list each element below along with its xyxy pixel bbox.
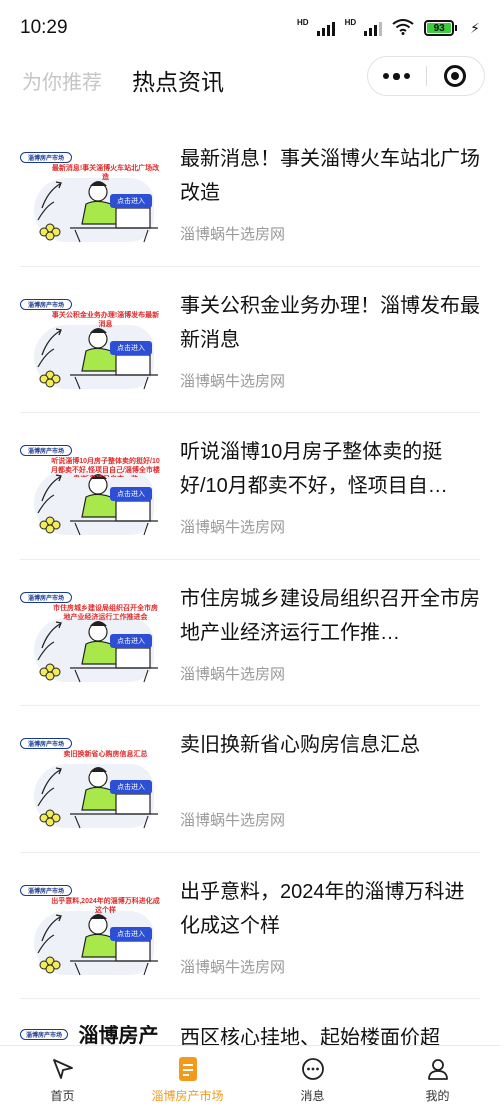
user-icon xyxy=(425,1056,451,1082)
news-item[interactable]: 淄博房产市场 最新消息!事关淄博火车站北广场改造 点击进入 最新消息！事关淄博火… xyxy=(20,120,480,267)
news-item[interactable]: 淄博房产市场 出乎意料,2024年的淄博万科进化成这个样 点击进入 出乎意料，2… xyxy=(20,853,480,999)
news-thumbnail[interactable]: 淄博房产市场 市住房城乡建设局组织召开全市房地产业经济运行工作推进会 点击进入 xyxy=(20,586,165,686)
tab-messages[interactable]: 消息 xyxy=(250,1046,375,1111)
thumbnail-enter-button: 点击进入 xyxy=(110,633,152,648)
target-close-icon[interactable] xyxy=(426,57,484,95)
news-title[interactable]: 最新消息！事关淄博火车站北广场改造 xyxy=(180,142,480,210)
charging-icon: ⚡ xyxy=(470,19,480,36)
thumbnail-headline: 最新消息!事关淄博火车站北广场改造 xyxy=(51,165,160,181)
news-title[interactable]: 市住房城乡建设局组织召开全市房地产业经济运行工作推… xyxy=(180,582,480,650)
status-bar: 10:29 HD HD 93 ⚡ xyxy=(0,0,500,56)
status-icons: HD HD 93 ⚡ xyxy=(297,17,480,38)
document-icon xyxy=(175,1056,201,1082)
hd-label: HD xyxy=(297,17,309,27)
mini-program-capsule xyxy=(367,56,485,96)
news-source: 淄博蜗牛选房网 xyxy=(180,958,286,976)
battery-level: 93 xyxy=(427,23,452,34)
thumbnail-tag: 淄博房产市场 xyxy=(20,298,72,310)
tab-me[interactable]: 我的 xyxy=(375,1046,500,1111)
nav-header: 为你推荐 热点资讯 xyxy=(0,56,500,104)
news-thumbnail[interactable]: 淄博房产市场 最新消息!事关淄博火车站北广场改造 点击进入 xyxy=(20,146,165,246)
news-source: 淄博蜗牛选房网 xyxy=(180,519,286,536)
thumbnail-enter-button: 点击进入 xyxy=(110,926,152,941)
tab-label: 消息 xyxy=(300,1089,325,1103)
thumbnail-enter-button: 点击进入 xyxy=(110,194,152,208)
news-source: 淄博蜗牛选房网 xyxy=(180,665,286,683)
tab-bar: 首页 淄博房产市场 消息 我的 xyxy=(0,1045,500,1111)
news-item[interactable]: 淄博房产市场 听说淄博10月房子整体卖的挺好/10月都卖不好,怪项目自己/淄博全… xyxy=(20,413,480,560)
thumbnail-enter-button: 点击进入 xyxy=(110,340,152,355)
news-source: 淄博蜗牛选房网 xyxy=(180,372,286,390)
news-source: 淄博蜗牛选房网 xyxy=(180,812,286,829)
hd-label: HD xyxy=(344,17,357,27)
status-time: 10:29 xyxy=(20,17,68,38)
news-item[interactable]: 淄博房产市场 市住房城乡建设局组织召开全市房地产业经济运行工作推进会 点击进入 … xyxy=(20,560,480,706)
news-source: 淄博蜗牛选房网 xyxy=(180,226,286,243)
wifi-icon xyxy=(392,18,414,38)
thumbnail-headline: 事关公积金业务办理!淄博发布最新消息 xyxy=(51,311,160,328)
tab-hot-news[interactable]: 热点资讯 xyxy=(132,63,224,97)
news-title[interactable]: 出乎意料，2024年的淄博万科进化成这个样 xyxy=(180,875,480,943)
tab-label: 首页 xyxy=(50,1089,75,1103)
tab-recommend[interactable]: 为你推荐 xyxy=(22,66,102,95)
chat-bubble-icon xyxy=(300,1056,326,1082)
tab-home[interactable]: 首页 xyxy=(0,1046,125,1111)
tab-zibo-market[interactable]: 淄博房产市场 xyxy=(125,1046,250,1111)
thumbnail-enter-button: 点击进入 xyxy=(110,780,152,794)
news-item[interactable]: 淄博房产市场 事关公积金业务办理!淄博发布最新消息 点击进入 事关公积金业务办理… xyxy=(20,267,480,413)
news-thumbnail[interactable]: 淄博房产市场 出乎意料,2024年的淄博万科进化成这个样 点击进入 xyxy=(20,879,165,979)
thumbnail-tag: 淄博房产市场 xyxy=(20,1029,68,1040)
thumbnail-tag: 淄博房产市场 xyxy=(20,738,72,749)
signal-icon xyxy=(316,20,335,36)
tab-label: 淄博房产市场 xyxy=(151,1089,224,1103)
tab-label: 我的 xyxy=(425,1089,450,1103)
send-icon xyxy=(50,1056,76,1082)
thumbnail-tag: 淄博房产市场 xyxy=(20,445,72,456)
more-dots-icon[interactable] xyxy=(368,57,426,95)
news-list: 淄博房产市场 最新消息!事关淄博火车站北广场改造 点击进入 最新消息！事关淄博火… xyxy=(0,120,500,1059)
news-item[interactable]: 淄博房产市场 卖旧换新省心购房信息汇总 点击进入 卖旧换新省心购房信息汇总 淄博… xyxy=(20,706,480,853)
thumbnail-headline: 卖旧换新省心购房信息汇总 xyxy=(63,751,148,758)
news-thumbnail[interactable]: 淄博房产市场 听说淄博10月房子整体卖的挺好/10月都卖不好,怪项目自己/淄博全… xyxy=(20,439,165,539)
battery-icon: 93 xyxy=(424,20,458,36)
thumbnail-tag: 淄博房产市场 xyxy=(20,591,72,603)
thumbnail-enter-button: 点击进入 xyxy=(110,487,152,501)
news-thumbnail[interactable]: 淄博房产市场 卖旧换新省心购房信息汇总 点击进入 xyxy=(20,732,165,832)
signal-icon xyxy=(364,20,383,36)
thumbnail-headline: 出乎意料,2024年的淄博万科进化成这个样 xyxy=(51,897,160,914)
thumbnail-tag: 淄博房产市场 xyxy=(20,152,72,163)
thumbnail-headline: 市住房城乡建设局组织召开全市房地产业经济运行工作推进会 xyxy=(53,604,158,621)
news-title[interactable]: 听说淄博10月房子整体卖的挺好/10月都卖不好，怪项目自… xyxy=(180,435,480,503)
news-thumbnail[interactable]: 淄博房产市场 事关公积金业务办理!淄博发布最新消息 点击进入 xyxy=(20,293,165,393)
thumbnail-tag: 淄博房产市场 xyxy=(20,884,72,896)
news-title[interactable]: 卖旧换新省心购房信息汇总 xyxy=(180,728,480,762)
thumbnail-headline: 听说淄博10月房子整体卖的挺好/10月都卖不好,怪项目自己/淄博全市楼盘/新盘项… xyxy=(51,458,160,477)
news-title[interactable]: 事关公积金业务办理！淄博发布最新消息 xyxy=(180,289,480,357)
